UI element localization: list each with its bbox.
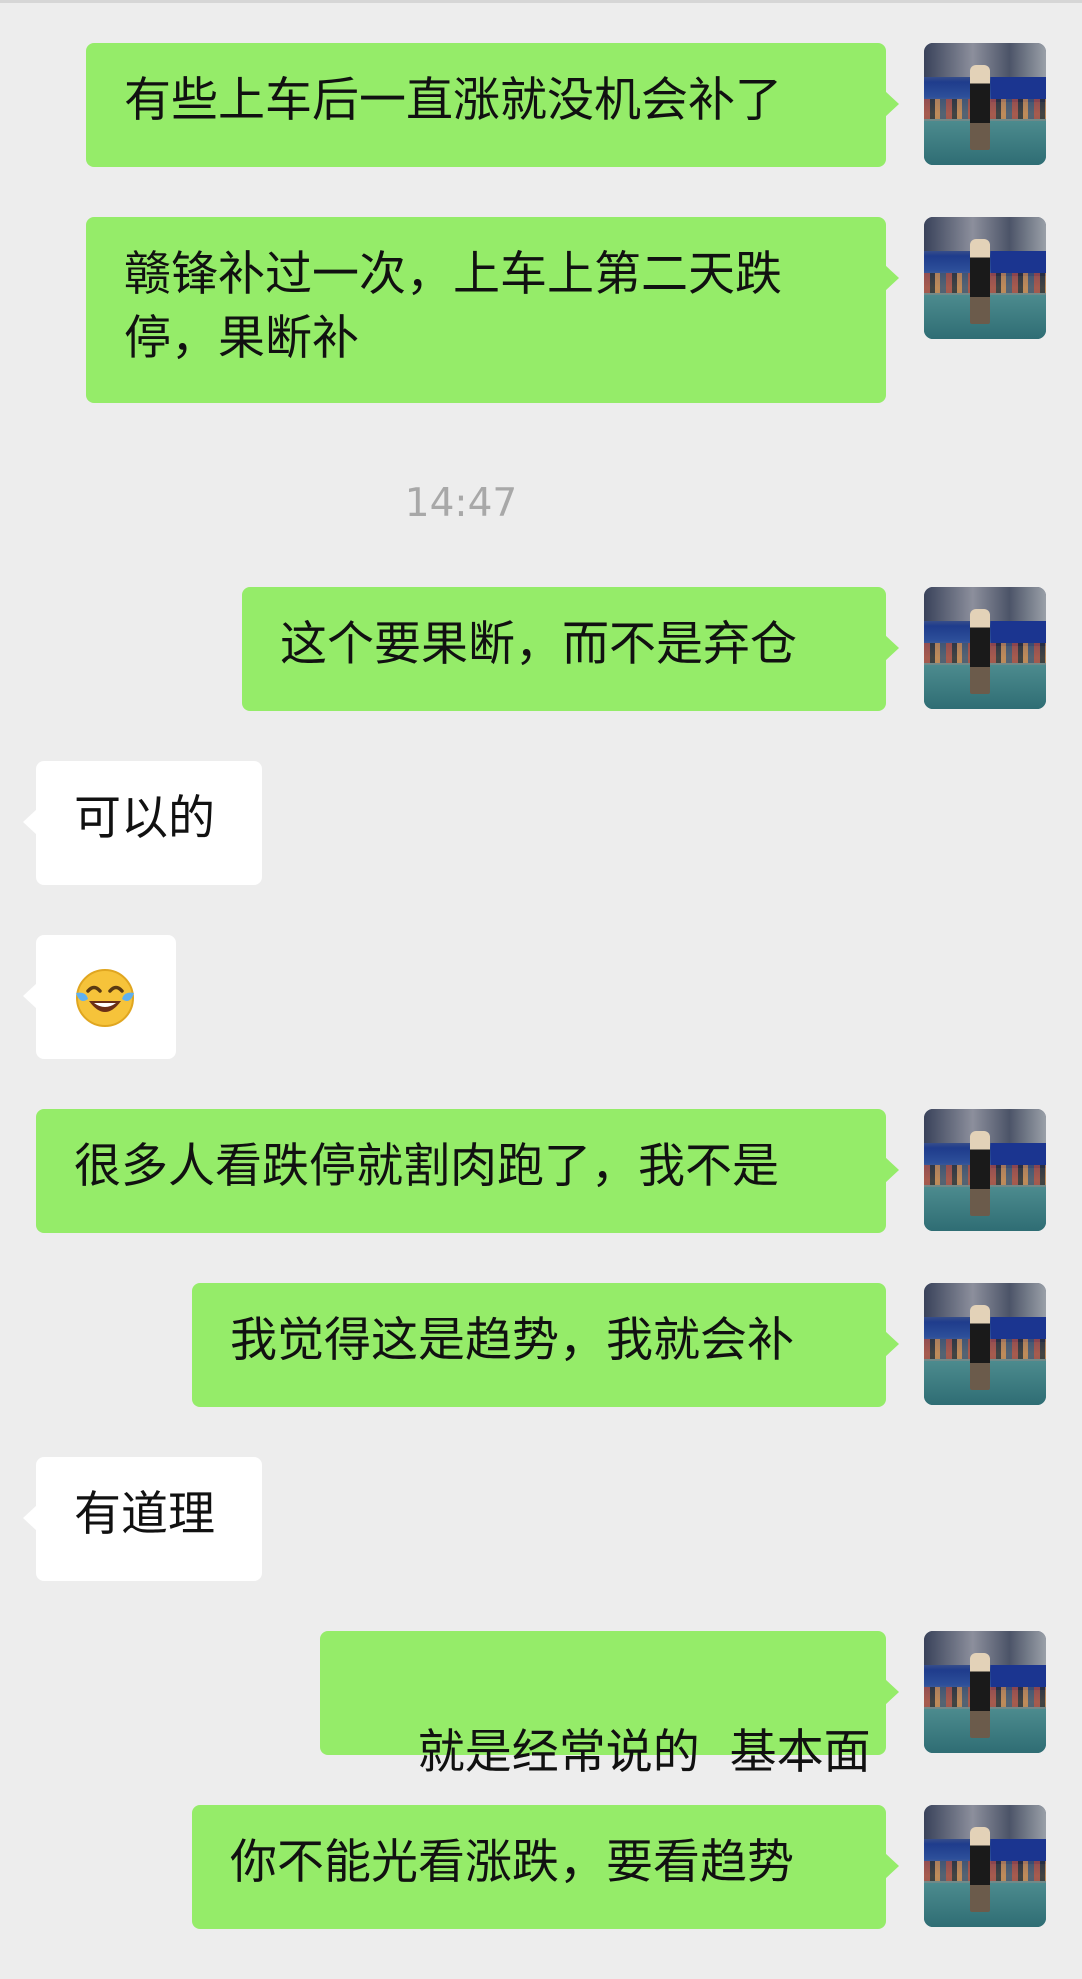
user-avatar[interactable] [924,1631,1046,1753]
message-text: 你不能光看涨跌，要看趋势 [230,1835,794,1890]
message-bubble-outgoing[interactable]: 你不能光看涨跌，要看趋势 [192,1805,899,1929]
user-avatar[interactable] [924,587,1046,709]
message-timestamp: 14:47 [404,481,518,526]
message-bubble-outgoing[interactable]: 有些上车后一直涨就没机会补了 [86,43,899,167]
message-text: 赣锋补过一次，上车上第二天跌停，果断补 [124,247,782,366]
message-text: 很多人看跌停就割肉跑了，我不是 [74,1139,779,1194]
face-with-tears-of-joy-icon [76,968,134,1027]
user-avatar[interactable] [924,43,1046,165]
user-avatar[interactable] [924,1283,1046,1405]
user-avatar[interactable] [924,217,1046,339]
user-avatar[interactable] [924,1109,1046,1231]
message-bubble-incoming[interactable] [23,935,176,1059]
message-bubble-outgoing[interactable]: 赣锋补过一次，上车上第二天跌停，果断补 [86,217,899,403]
message-bubble-incoming[interactable]: 有道理 [23,1457,262,1581]
message-text: 我觉得这是趋势，我就会补 [230,1313,794,1368]
message-bubble-outgoing[interactable]: 这个要果断，而不是弃仓 [242,587,899,711]
chat-message-list[interactable]: 有些上车后一直涨就没机会补了 赣锋补过一次，上车上第二天跌停，果断补 14:47… [0,0,1082,1979]
user-avatar[interactable] [924,1805,1046,1927]
message-bubble-outgoing[interactable]: 很多人看跌停就割肉跑了，我不是 [36,1109,899,1233]
message-text: 可以的 [74,791,215,846]
message-bubble-incoming[interactable]: 可以的 [23,761,262,885]
message-text: 有道理 [74,1487,215,1542]
message-text: 这个要果断，而不是弃仓 [280,617,797,672]
message-bubble-outgoing[interactable]: 我觉得这是趋势，我就会补 [192,1283,899,1407]
message-text: 就是经常说的 基本面 [417,1725,871,1780]
message-bubble-outgoing[interactable]: 就是经常说的 基本面 [320,1631,899,1780]
message-text: 有些上车后一直涨就没机会补了 [124,73,782,128]
